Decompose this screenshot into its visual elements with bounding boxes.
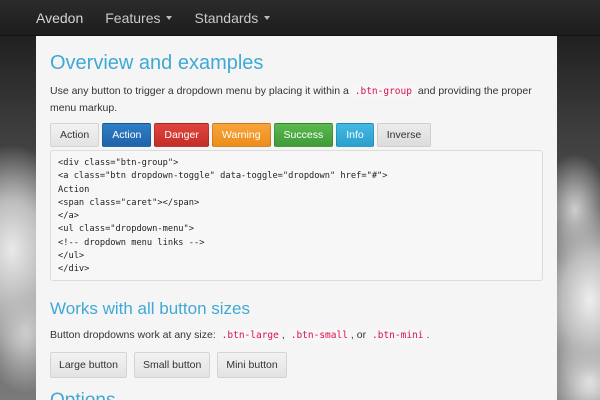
nav-item-features[interactable]: Features — [105, 9, 173, 26]
large-button[interactable]: Large button — [50, 352, 127, 378]
example-button-row: Action Action Danger Warning Success Inf… — [50, 123, 543, 147]
sizes-description: Button dropdowns work at any size: .btn-… — [50, 327, 543, 344]
sizes-separator: , or — [350, 329, 370, 341]
code-line: <div class="btn-group"> — [58, 158, 179, 168]
nav-item-label: Features — [105, 9, 161, 26]
success-button[interactable]: Success — [273, 123, 334, 147]
inline-code-btn-small: .btn-small — [287, 329, 351, 342]
code-line: </div> — [58, 264, 90, 275]
nav-item-label: Standards — [194, 9, 259, 26]
code-line: </a> — [58, 211, 79, 222]
sizes-text-end: . — [426, 329, 430, 341]
content-panel: Overview and examples Use any button to … — [36, 36, 557, 400]
small-button[interactable]: Small button — [133, 352, 211, 378]
brand-link[interactable]: Avedon — [36, 10, 83, 26]
code-line: Action — [58, 184, 90, 195]
info-button[interactable]: Info — [336, 123, 374, 147]
chevron-down-icon — [264, 15, 271, 20]
mini-button[interactable]: Mini button — [217, 352, 287, 378]
inverse-button[interactable]: Inverse — [376, 123, 432, 147]
warning-button[interactable]: Warning — [211, 123, 271, 147]
sizes-separator: , — [281, 329, 288, 341]
code-line: <ul class="dropdown-menu"> — [58, 224, 194, 235]
section-heading-options: Options — [50, 390, 543, 400]
action-button-default[interactable]: Action — [50, 123, 100, 147]
inline-code-btn-group: .btn-group — [351, 85, 415, 98]
danger-button[interactable]: Danger — [154, 123, 209, 147]
code-line: </ul> — [58, 251, 85, 262]
overview-description: Use any button to trigger a dropdown men… — [50, 83, 543, 116]
nav-item-standards[interactable]: Standards — [194, 9, 271, 26]
sizes-text-start: Button dropdowns work at any size: — [50, 329, 219, 341]
inline-code-btn-mini: .btn-mini — [369, 329, 427, 342]
code-line: <!-- dropdown menu links --> — [58, 237, 205, 248]
action-button-primary[interactable]: Action — [102, 123, 152, 147]
section-heading-sizes: Works with all button sizes — [50, 299, 250, 318]
code-line: <a class="btn dropdown-toggle" data-togg… — [58, 171, 388, 182]
top-navbar: Avedon Features Standards — [0, 0, 600, 36]
section-heading-overview: Overview and examples — [50, 52, 264, 74]
inline-code-btn-large: .btn-large — [218, 329, 282, 342]
code-example-block: <div class="btn-group"> <a class="btn dr… — [50, 150, 543, 281]
chevron-down-icon — [166, 15, 173, 20]
size-button-row: Large button Small button Mini button — [50, 352, 543, 378]
code-line: <span class="caret"></span> — [58, 197, 200, 208]
overview-text-start: Use any button to trigger a dropdown men… — [50, 85, 352, 97]
